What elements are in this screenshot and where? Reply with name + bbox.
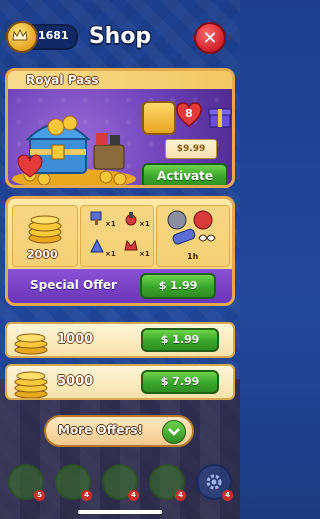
gold-stack-icon xyxy=(28,215,62,244)
coin-pack-buy-button[interactable]: $ 1.99 xyxy=(141,328,219,352)
hammer-booster-icon xyxy=(90,211,102,225)
coin-pack-5000: 5000 $ 7.99 xyxy=(5,364,235,400)
chevron-down-icon xyxy=(162,420,186,444)
bottom-dock: 5 4 4 4 4 xyxy=(0,462,240,508)
royal-pass-header: Royal Pass xyxy=(8,71,232,89)
booster-cell: ×1 ×1 ×1 ×1 xyxy=(80,205,154,267)
more-offers-label: More Offers! xyxy=(58,423,144,437)
special-offer-footer: Special Offer $ 1.99 xyxy=(8,269,232,303)
heart-icon xyxy=(176,102,202,127)
royal-pass-title: Royal Pass xyxy=(26,73,99,87)
royal-pass-icon xyxy=(142,101,176,135)
dock-badge-3: 4 xyxy=(128,490,139,501)
rocket-booster-icon xyxy=(90,238,104,253)
cannon-booster-icon xyxy=(125,212,137,226)
treasure-chest-icon xyxy=(12,115,136,185)
coin-pack-1000: 1000 $ 1.99 xyxy=(5,322,235,358)
timed-booster-cell: 1h xyxy=(156,205,230,267)
booster-count-3: ×1 xyxy=(105,250,116,258)
dock-badge-5: 4 xyxy=(222,490,233,501)
gold-bundle-cell: 2000 xyxy=(12,205,78,267)
coin-stack-icon xyxy=(14,371,48,398)
dock-badge-4: 4 xyxy=(175,490,186,501)
booster-timer: 1h xyxy=(187,252,199,261)
activate-button[interactable]: Activate xyxy=(142,163,228,185)
special-offer-buy-button[interactable]: $ 1.99 xyxy=(140,273,216,299)
special-offer-label: Special Offer xyxy=(30,278,117,292)
more-offers-button[interactable]: More Offers! xyxy=(44,415,194,447)
coin-pack-buy-button[interactable]: $ 7.99 xyxy=(141,370,219,394)
unlimited-boosters-icon xyxy=(167,210,216,245)
booster-count-4: ×1 xyxy=(139,250,150,258)
close-button[interactable]: ✕ xyxy=(194,22,226,54)
coin-pack-amount: 1000 xyxy=(57,332,94,347)
royal-pass-price: $9.99 xyxy=(165,139,217,159)
home-indicator xyxy=(78,510,162,514)
close-icon: ✕ xyxy=(202,27,218,49)
royal-pass-card: Royal Pass 8 $9.99 Activate xyxy=(5,68,235,188)
gift-box-icon xyxy=(208,108,232,128)
gear-icon xyxy=(206,474,222,490)
special-offer-card: 2000 ×1 ×1 ×1 ×1 1h Special Offer $ 1.99 xyxy=(5,196,235,306)
dock-badge-1: 5 xyxy=(34,490,45,501)
booster-count-2: ×1 xyxy=(139,220,150,228)
jester-booster-icon xyxy=(124,239,138,251)
coin-pack-amount: 5000 xyxy=(57,374,94,389)
coin-stack-icon xyxy=(14,333,48,355)
booster-count-1: ×1 xyxy=(105,220,116,228)
gold-amount: 2000 xyxy=(27,248,58,261)
royal-pass-body: 8 $9.99 Activate xyxy=(8,89,232,185)
dock-badge-2: 4 xyxy=(81,490,92,501)
